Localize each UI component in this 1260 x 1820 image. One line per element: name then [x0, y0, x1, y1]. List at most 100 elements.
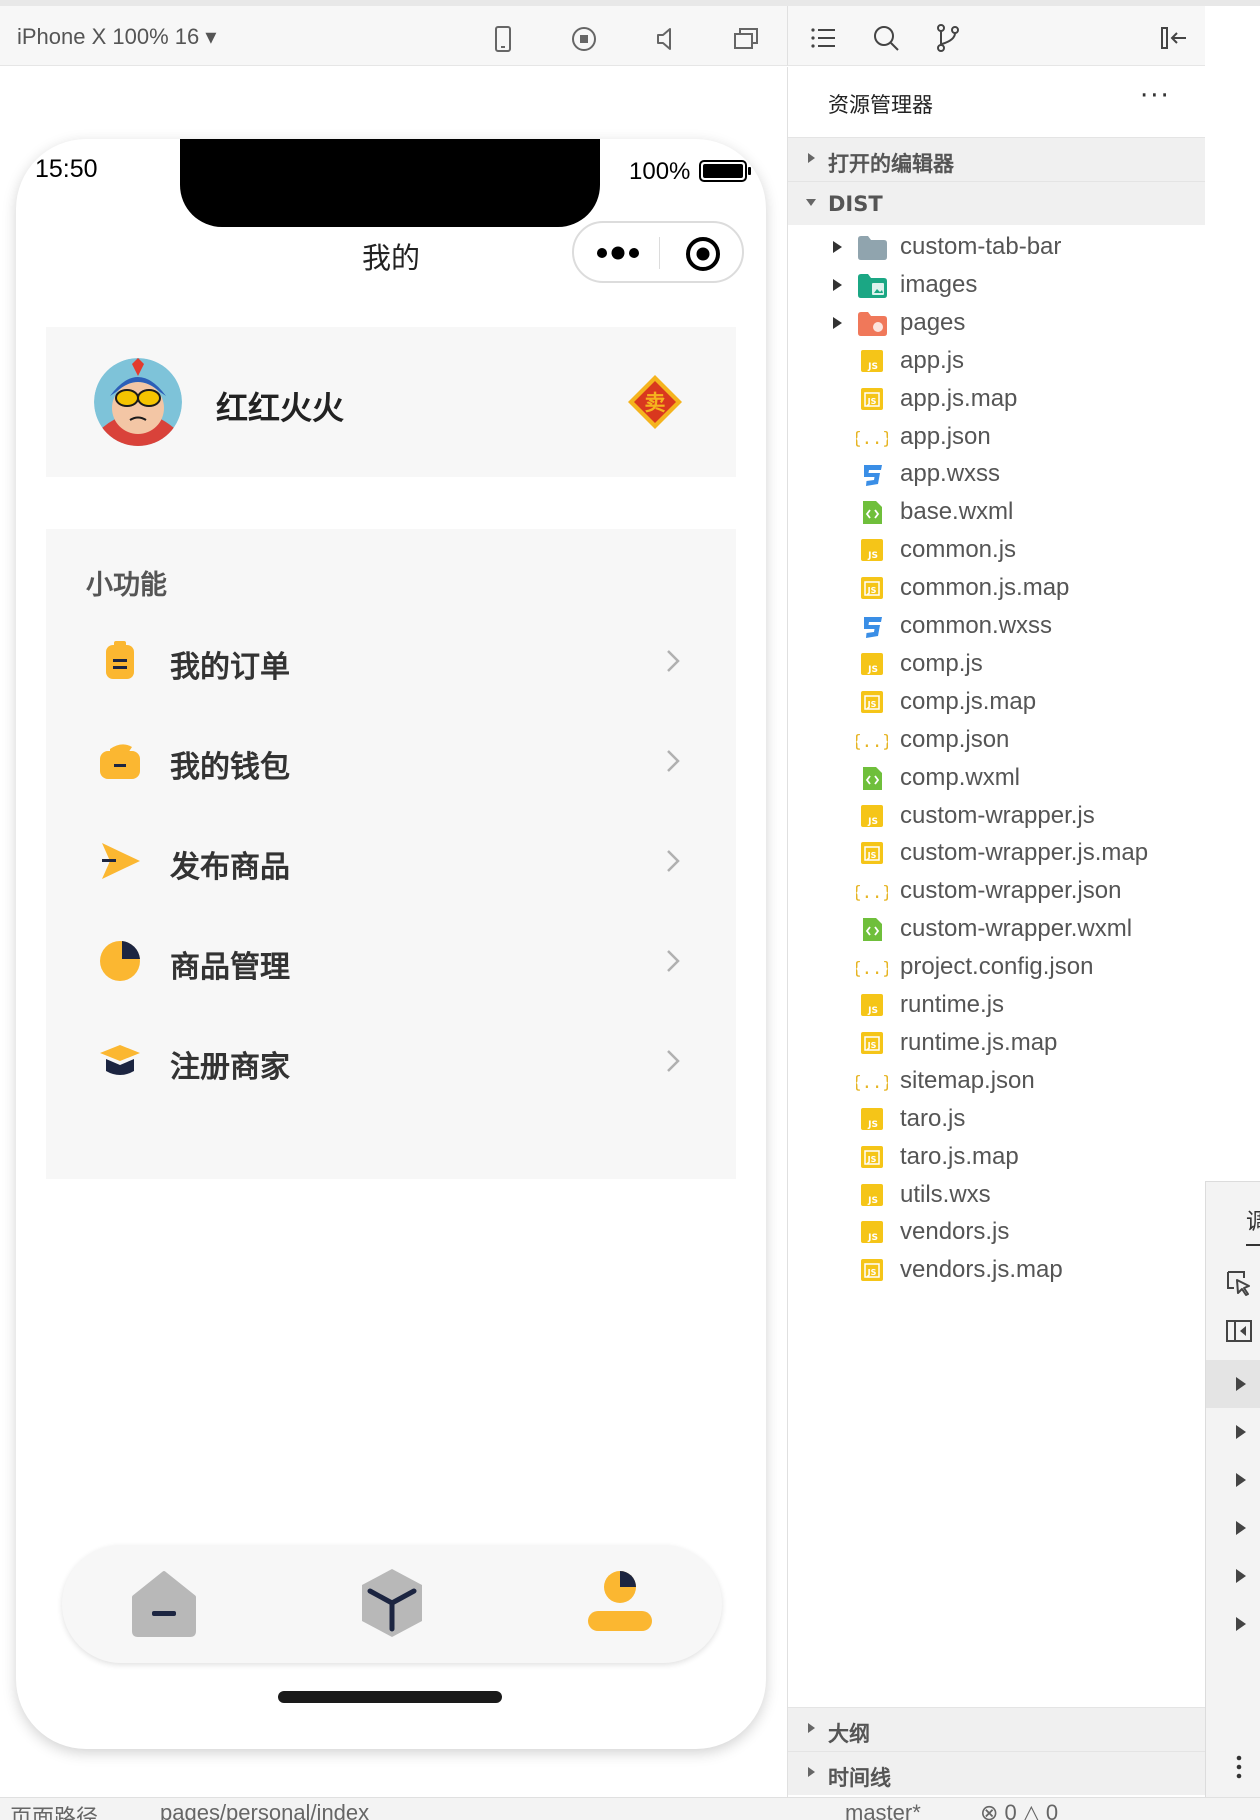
expand-triangle-icon[interactable]: [1234, 1376, 1248, 1392]
publish-icon: [102, 843, 140, 879]
device-selector[interactable]: iPhone X 100% 16 ▾: [17, 24, 216, 50]
tree-item-label: sitemap.json: [900, 1066, 1035, 1094]
section-label: 大纲: [828, 1722, 870, 1746]
list-icon[interactable]: [808, 22, 840, 54]
toggle-panel-icon[interactable]: [1224, 1316, 1254, 1346]
svg-text:{..}: {..}: [856, 959, 888, 979]
page-path-value[interactable]: pages/personal/index: [160, 1800, 369, 1820]
tree-item-label: project.config.json: [900, 953, 1094, 981]
tree-item-label: utils.wxs: [900, 1180, 991, 1208]
profile-card[interactable]: 红红火火 卖: [46, 327, 736, 477]
tree-item-label: custom-wrapper.json: [900, 877, 1122, 905]
json-file-icon: {..}: [856, 1073, 888, 1093]
feature-row-register[interactable]: 注册商家: [46, 1011, 736, 1111]
vertical-more-icon[interactable]: [1224, 1752, 1254, 1782]
svg-text:JS: JS: [867, 1233, 878, 1243]
seller-badge-icon: 卖: [628, 375, 682, 429]
json-file-icon: {..}: [856, 429, 888, 449]
feature-row-wallet[interactable]: 我的钱包: [46, 711, 736, 811]
order-icon: [106, 641, 134, 679]
window-mode-icon[interactable]: [731, 24, 761, 54]
profile-tab-icon[interactable]: [580, 1563, 660, 1643]
miniprogram-capsule: [572, 221, 744, 283]
tree-item-label: app.js: [900, 346, 965, 374]
debugger-tab-underline: [1246, 1244, 1260, 1246]
collapse-panel-icon[interactable]: [1158, 22, 1190, 54]
js-file-icon: JS: [861, 652, 883, 675]
volume-icon[interactable]: [650, 24, 680, 54]
svg-text:JS: JS: [867, 551, 878, 561]
svg-text:JS: JS: [867, 700, 877, 709]
expand-triangle-icon[interactable]: [1234, 1472, 1248, 1488]
search-icon[interactable]: [870, 22, 902, 54]
tree-item-label: vendors.js.map: [900, 1256, 1063, 1284]
jsmap-file-icon: JS: [861, 387, 883, 410]
expand-triangle-icon[interactable]: [1234, 1424, 1248, 1440]
debugger-tab[interactable]: 调: [1246, 1204, 1260, 1236]
more-dots-icon[interactable]: [594, 239, 644, 267]
tree-file[interactable]: JS vendors.js.map: [788, 1248, 1206, 1292]
feature-row-publish[interactable]: 发布商品: [46, 811, 736, 911]
tree-item-label: comp.json: [900, 725, 1010, 753]
json-file-icon: {..}: [856, 732, 888, 752]
tree-item-label: custom-wrapper.js.map: [900, 839, 1149, 867]
chevron-right-icon: [667, 850, 680, 872]
wxml-file-icon: [863, 918, 882, 942]
debugger-strip: 调: [1205, 6, 1260, 1797]
more-actions-icon[interactable]: ···: [1140, 81, 1171, 111]
register-icon: [100, 1045, 140, 1075]
wxss-file-icon: [864, 465, 882, 487]
simulator-toolbar: iPhone X 100% 16 ▾: [0, 6, 787, 66]
feature-label: 我的订单: [170, 650, 290, 685]
expand-triangle-icon[interactable]: [1234, 1616, 1248, 1632]
tree-item-label: taro.js.map: [900, 1142, 1019, 1170]
phone-notch: [180, 139, 600, 227]
svg-text:JS: JS: [867, 397, 877, 406]
tree-item-label: app.json: [900, 422, 991, 450]
tree-item-label: base.wxml: [900, 498, 1014, 526]
tab-bar: [62, 1545, 722, 1663]
section-timeline[interactable]: 时间线: [788, 1751, 1206, 1795]
jsmap-file-icon: JS: [861, 1145, 883, 1168]
devtools-window: iPhone X 100% 16 ▾ 15:50 100% 我的 红红火火 卖 …: [0, 0, 1260, 1820]
tree-item-label: vendors.js: [900, 1218, 1010, 1246]
tree-item-label: common.js.map: [900, 574, 1070, 602]
tree-item-label: comp.js.map: [900, 687, 1037, 715]
expand-triangle-icon[interactable]: [1234, 1520, 1248, 1536]
seller-badge[interactable]: 卖: [626, 373, 684, 431]
svg-text:JS: JS: [867, 1268, 877, 1277]
section-dist[interactable]: DIST: [788, 181, 1206, 225]
avatar[interactable]: [94, 358, 182, 446]
category-tab-icon[interactable]: [352, 1563, 432, 1643]
folder-grey-file-icon: [858, 236, 887, 260]
inspect-element-icon[interactable]: [1224, 1268, 1254, 1298]
close-target-icon[interactable]: [684, 235, 722, 273]
chevron-right-icon: [667, 750, 680, 772]
stop-icon[interactable]: [569, 24, 599, 54]
problem-counts[interactable]: ⊗ 0 △ 0: [980, 1800, 1058, 1820]
svg-text:JS: JS: [867, 1120, 878, 1130]
source-control-icon[interactable]: [932, 22, 964, 54]
caret-right-icon: [833, 241, 842, 253]
feature-row-manage[interactable]: 商品管理: [46, 911, 736, 1011]
svg-text:JS: JS: [867, 362, 878, 372]
status-time: 15:50: [35, 155, 98, 183]
caret-right-icon: [808, 1723, 815, 1733]
tree-item-label: runtime.js: [900, 991, 1005, 1018]
git-branch[interactable]: master*: [845, 1800, 921, 1820]
feature-row-orders[interactable]: 我的订单: [46, 611, 736, 711]
section-outline[interactable]: 大纲: [788, 1707, 1206, 1751]
folder-images-file-icon: [858, 273, 887, 298]
section-open-editors[interactable]: 打开的编辑器: [788, 137, 1206, 181]
phone-frame: 15:50 100% 我的 红红火火 卖 小功能 我的订单 我的钱包 发布商品 …: [16, 139, 766, 1749]
phone-mode-icon[interactable]: [488, 24, 518, 54]
expand-triangle-icon[interactable]: [1234, 1568, 1248, 1584]
tree-item-label: pages: [900, 308, 966, 336]
tree-item-label: app.js.map: [900, 384, 1018, 412]
feature-label: 我的钱包: [170, 750, 290, 785]
caret-right-icon: [808, 1767, 815, 1777]
feature-label: 商品管理: [170, 950, 290, 985]
file-explorer: 资源管理器 ··· 打开的编辑器 DIST custom-tab-bar imag…: [787, 67, 1206, 1797]
home-tab-icon[interactable]: [124, 1563, 204, 1643]
svg-text:JS: JS: [867, 665, 878, 675]
